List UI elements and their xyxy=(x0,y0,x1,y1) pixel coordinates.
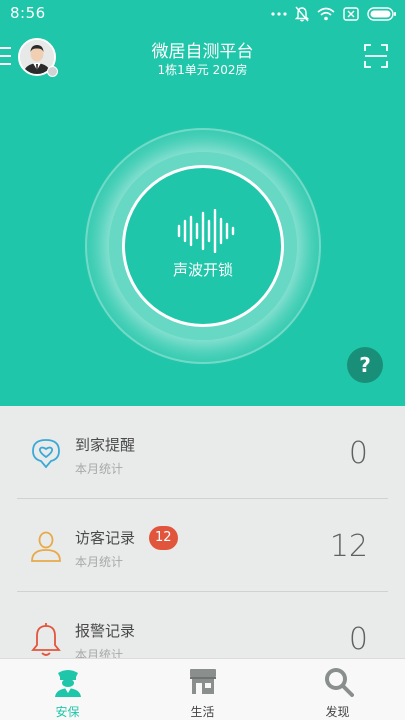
status-time: 8:56 xyxy=(10,4,46,22)
heart-pin-icon xyxy=(29,436,63,470)
tab-security[interactable]: 安保 xyxy=(0,659,135,720)
store-icon xyxy=(187,665,219,697)
bottom-tab-bar: 安保 生活 发现 xyxy=(0,658,405,720)
status-bar: 8:56 xyxy=(0,0,405,28)
row-title: 到家提醒 xyxy=(75,436,136,454)
tab-label: 生活 xyxy=(190,705,215,719)
wifi-icon xyxy=(317,7,335,21)
record-list: 到家提醒 本月统计 0 访客记录 12 本月统计 12 报警记录 本月统计 0 xyxy=(0,406,405,658)
page-title: 微居自测平台 xyxy=(151,42,254,62)
discover-search-icon xyxy=(322,665,354,697)
room-address: 1栋1单元 202房 xyxy=(157,63,248,77)
row-count: 0 xyxy=(348,436,368,471)
list-item-visitor-records[interactable]: 访客记录 12 本月统计 12 xyxy=(17,499,388,592)
tab-discover[interactable]: 发现 xyxy=(270,659,405,720)
tab-label: 安保 xyxy=(55,705,80,719)
sim-off-icon xyxy=(343,7,359,21)
sound-wave-icon xyxy=(176,208,236,254)
row-title: 访客记录 xyxy=(75,529,136,547)
row-title: 报警记录 xyxy=(75,622,136,640)
sound-unlock-label: 声波开锁 xyxy=(172,261,233,279)
mute-bell-icon xyxy=(295,6,309,22)
row-subtitle: 本月统计 xyxy=(75,462,124,476)
battery-icon xyxy=(367,7,397,21)
guard-icon xyxy=(52,665,84,697)
scan-icon[interactable] xyxy=(364,44,388,68)
list-item-alarm-records[interactable]: 报警记录 本月统计 0 xyxy=(17,592,388,658)
row-count: 12 xyxy=(329,529,368,564)
row-count: 0 xyxy=(348,622,368,657)
sound-unlock-button[interactable]: 声波开锁 xyxy=(122,165,284,327)
status-icons xyxy=(271,6,397,22)
visitor-person-icon xyxy=(29,529,63,563)
help-button[interactable]: ? xyxy=(347,347,383,383)
visitor-count-badge: 12 xyxy=(149,526,178,550)
tab-label: 发现 xyxy=(325,705,350,719)
row-subtitle: 本月统计 xyxy=(75,648,124,658)
row-subtitle: 本月统计 xyxy=(75,555,124,569)
alarm-bell-icon xyxy=(29,622,63,656)
list-item-home-reminder[interactable]: 到家提醒 本月统计 0 xyxy=(17,406,388,499)
hero-panel: 微居自测平台 1栋1单元 202房 声波开锁 ? xyxy=(0,28,405,406)
tab-life[interactable]: 生活 xyxy=(135,659,270,720)
more-dots-icon xyxy=(271,11,287,17)
